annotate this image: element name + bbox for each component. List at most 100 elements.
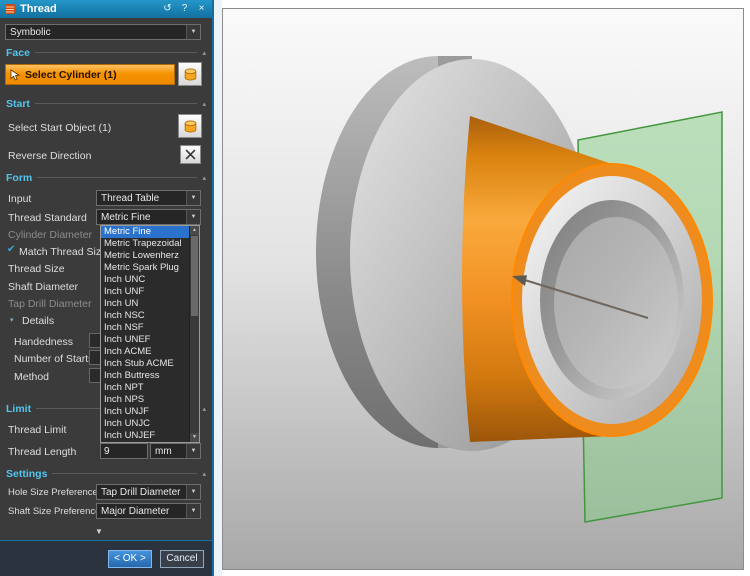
close-icon[interactable]: ×: [195, 1, 208, 17]
number-of-starts-label: Number of Starts: [14, 353, 94, 365]
thread-standard-dropdown[interactable]: Metric Fine ▼: [96, 209, 201, 225]
dropdown-option[interactable]: Inch UNJC: [101, 418, 199, 430]
panel-resize-gutter[interactable]: [214, 0, 222, 576]
cancel-button[interactable]: Cancel: [160, 549, 204, 568]
thread-standard-value: Metric Fine: [101, 211, 151, 223]
chevron-down-icon: ▼: [186, 210, 200, 224]
start-section-header[interactable]: Start ▴: [0, 96, 212, 111]
hole-size-value: Tap Drill Diameter: [101, 486, 181, 498]
thread-limit-label: Thread Limit: [8, 424, 67, 436]
input-label: Input: [8, 193, 32, 205]
dropdown-option[interactable]: Inch Buttress: [101, 370, 199, 382]
chevron-down-icon: ▼: [186, 191, 200, 205]
dropdown-option[interactable]: Inch UNEF: [101, 334, 199, 346]
select-cylinder-row[interactable]: Select Cylinder (1): [5, 64, 175, 85]
form-section-label: Form: [6, 171, 33, 184]
shaft-size-value: Major Diameter: [101, 505, 170, 517]
start-object-button[interactable]: [178, 114, 202, 138]
input-value: Thread Table: [101, 192, 160, 204]
dropdown-option[interactable]: Inch NPS: [101, 394, 199, 406]
handedness-label: Handedness: [14, 336, 73, 348]
dropdown-option[interactable]: Inch UNJEF: [101, 430, 199, 442]
thread-type-value: Symbolic: [10, 26, 51, 38]
cylinder-icon: [184, 119, 196, 132]
cylinder-icon: [184, 67, 196, 80]
reverse-direction-button[interactable]: [180, 145, 201, 164]
details-triangle-icon[interactable]: ▾: [10, 316, 14, 324]
select-start-object-label[interactable]: Select Start Object (1): [8, 122, 111, 134]
thread-length-label: Thread Length: [8, 446, 77, 458]
hole-size-preference-dropdown[interactable]: Tap Drill Diameter ▼: [96, 484, 201, 500]
dropdown-option[interactable]: Inch UNF: [101, 286, 199, 298]
thread-dialog-icon: [5, 4, 15, 14]
thread-length-input[interactable]: [100, 443, 148, 459]
list-scrollbar[interactable]: ▲ ▼: [189, 226, 199, 442]
face-section-header[interactable]: Face ▴: [0, 45, 212, 60]
dropdown-option[interactable]: Inch NSC: [101, 310, 199, 322]
dropdown-option[interactable]: Metric Spark Plug: [101, 262, 199, 274]
x-flip-icon: [185, 149, 196, 160]
dialog-titlebar: Thread ↺ ? ×: [0, 0, 212, 18]
scroll-down-icon[interactable]: ▼: [190, 433, 199, 442]
nx-thread-app: Thread ↺ ? × Symbolic ▼ Face ▴ Select Cy…: [0, 0, 750, 576]
start-section-label: Start: [6, 97, 30, 110]
match-thread-size-label: Match Thread Size to: [19, 246, 100, 258]
cylinder-collector-button[interactable]: [178, 62, 202, 86]
chevron-down-icon: ▼: [186, 504, 200, 518]
cylinder-diameter-label: Cylinder Diameter: [8, 229, 93, 241]
section-rule: [37, 177, 198, 178]
dialog-button-bar: < OK > Cancel: [0, 540, 212, 576]
unit-value: mm: [155, 445, 172, 457]
face-section-label: Face: [6, 46, 30, 59]
tap-drill-diameter-label: Tap Drill Diameter: [8, 298, 92, 310]
thread-standard-dropdown-list: Metric Fine Metric Trapezoidal Metric Lo…: [100, 225, 200, 443]
hole-size-preference-label: Hole Size Preference: [8, 487, 98, 498]
scroll-more-button[interactable]: ▼: [0, 526, 198, 538]
thread-standard-label: Thread Standard: [8, 212, 87, 224]
form-section-header[interactable]: Form ▴: [0, 170, 212, 185]
reverse-direction-label: Reverse Direction: [8, 150, 92, 162]
section-collapse-icon: ▴: [202, 405, 206, 413]
chevron-down-icon: ▼: [186, 25, 200, 39]
settings-section-header[interactable]: Settings ▴: [0, 466, 212, 481]
limit-section-label: Limit: [6, 402, 32, 415]
section-rule: [34, 52, 198, 53]
dropdown-option[interactable]: Inch NPT: [101, 382, 199, 394]
dropdown-option[interactable]: Metric Lowenherz: [101, 250, 199, 262]
graphics-window[interactable]: [222, 8, 744, 570]
section-collapse-icon: ▴: [202, 100, 206, 108]
viewport-frame: [222, 0, 750, 576]
dropdown-option[interactable]: Inch UNC: [101, 274, 199, 286]
dropdown-option[interactable]: Metric Fine: [101, 226, 199, 238]
select-cursor-icon: [10, 68, 21, 81]
section-collapse-icon: ▴: [202, 174, 206, 182]
settings-section-label: Settings: [6, 467, 48, 480]
select-cylinder-label: Select Cylinder (1): [25, 68, 117, 81]
section-rule: [52, 473, 198, 474]
scroll-up-icon[interactable]: ▲: [190, 226, 199, 235]
dropdown-option[interactable]: Metric Trapezoidal: [101, 238, 199, 250]
shaft-size-preference-label: Shaft Size Preference: [8, 506, 101, 517]
details-toggle[interactable]: Details: [22, 315, 54, 327]
section-collapse-icon: ▴: [202, 470, 206, 478]
thread-size-label: Thread Size: [8, 263, 65, 275]
dropdown-option[interactable]: Inch NSF: [101, 322, 199, 334]
chevron-down-icon: ▼: [186, 485, 200, 499]
dropdown-option[interactable]: Inch UNJF: [101, 406, 199, 418]
dropdown-option[interactable]: Inch UN: [101, 298, 199, 310]
3d-canvas[interactable]: [223, 9, 743, 569]
ok-button[interactable]: < OK >: [108, 549, 152, 568]
cylinder-end-face[interactable]: [511, 163, 713, 437]
help-icon[interactable]: ?: [178, 1, 191, 17]
shaft-size-preference-dropdown[interactable]: Major Diameter ▼: [96, 503, 201, 519]
dialog-title: Thread: [20, 3, 57, 15]
thread-type-dropdown[interactable]: Symbolic ▼: [5, 24, 201, 40]
input-dropdown[interactable]: Thread Table ▼: [96, 190, 201, 206]
match-thread-checkbox[interactable]: ✔: [7, 244, 15, 255]
reset-icon[interactable]: ↺: [161, 1, 174, 17]
dropdown-option[interactable]: Inch ACME: [101, 346, 199, 358]
thread-length-unit-dropdown[interactable]: mm ▼: [150, 443, 201, 459]
dropdown-option[interactable]: Inch Stub ACME: [101, 358, 199, 370]
scrollbar-thumb[interactable]: [191, 236, 198, 316]
chevron-down-icon: ▼: [186, 444, 200, 458]
